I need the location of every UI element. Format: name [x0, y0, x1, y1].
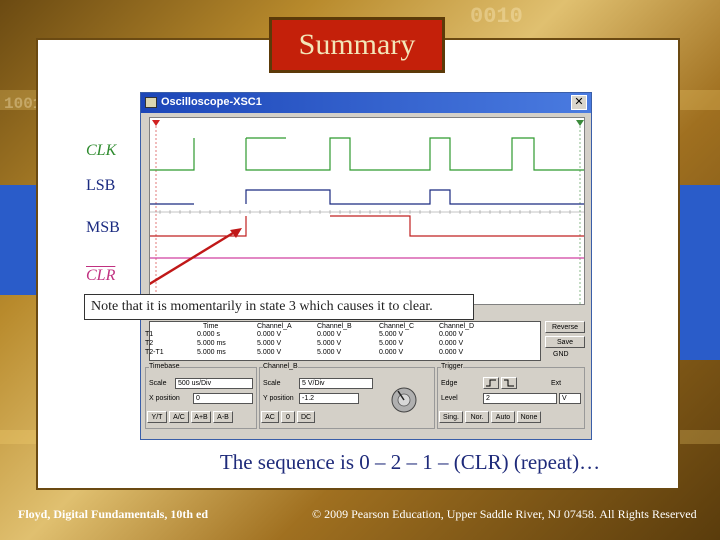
trigger-edge-label: Edge — [441, 380, 458, 387]
oscilloscope-titlebar[interactable]: Oscilloscope-XSC1 ✕ — [141, 93, 591, 113]
readout-header: Channel_B — [317, 323, 352, 330]
trigger-none-button[interactable]: None — [517, 411, 541, 423]
channel-scale-label: Scale — [263, 380, 281, 387]
channel-selector-knob[interactable] — [387, 383, 421, 417]
rising-edge-icon — [486, 379, 496, 387]
readout-header: Channel_A — [257, 323, 292, 330]
readout-header: Time — [203, 323, 219, 330]
mode-ac-button[interactable]: A/C — [169, 411, 189, 423]
readout-cell: 5.000 V — [379, 331, 404, 338]
oscilloscope-title: Oscilloscope-XSC1 — [161, 96, 262, 108]
timebase-label: Timebase — [149, 363, 180, 370]
trigger-auto-button[interactable]: Auto — [491, 411, 515, 423]
trigger-level-unit[interactable]: V — [559, 393, 581, 404]
oscilloscope-controls: Time Channel_A Channel_B Channel_C Chann… — [141, 311, 591, 439]
oscilloscope-window[interactable]: Oscilloscope-XSC1 ✕ Time Channel_A Chann… — [140, 92, 592, 440]
timebase-scale-input[interactable]: 500 us/Div — [175, 378, 253, 389]
mode-yt-button[interactable]: Y/T — [147, 411, 167, 423]
save-button[interactable]: Save — [545, 336, 585, 348]
readout-cell: 5.000 V — [257, 340, 282, 347]
reverse-button[interactable]: Reverse — [545, 321, 585, 333]
slide-title: Summary — [298, 28, 416, 61]
trigger-normal-button[interactable]: Nor. — [465, 411, 489, 423]
readout-cell: 0.000 V — [439, 331, 464, 338]
readout-cell: T1 — [145, 331, 154, 338]
rising-edge-button[interactable] — [483, 377, 499, 389]
readout-cell: 5.000 V — [317, 349, 342, 356]
oscilloscope-icon — [145, 97, 157, 108]
signal-label-lsb: LSB — [86, 177, 116, 194]
waveform-display — [150, 120, 584, 304]
clk-waveform — [150, 137, 584, 171]
sequence-caption: The sequence is 0 – 2 – 1 – (CLR) (repea… — [219, 450, 601, 474]
trigger-level-label: Level — [441, 395, 458, 402]
readout-cell: 5.000 ms — [197, 349, 226, 356]
readout-header: Channel_D — [439, 323, 475, 330]
lsb-waveform — [150, 189, 584, 205]
readout-header: Channel_C — [379, 323, 415, 330]
readout-cell: 0.000 V — [317, 331, 342, 338]
signal-label-msb: MSB — [86, 219, 120, 236]
readout-cell: T2 — [145, 340, 154, 347]
msb-waveform — [150, 215, 584, 237]
readout-cell: 0.000 V — [439, 340, 464, 347]
readout-cell: 0.000 V — [257, 331, 282, 338]
trigger-single-button[interactable]: Sing. — [439, 411, 463, 423]
footer-citation: Floyd, Digital Fundamentals, 10th ed — [18, 507, 209, 521]
annotation-note: Note that it is momentarily in state 3 w… — [84, 294, 474, 320]
channel-ypos-input[interactable]: -1.2 — [299, 393, 359, 404]
coupling-zero-button[interactable]: 0 — [281, 411, 295, 423]
coupling-ac-button[interactable]: AC — [261, 411, 279, 423]
annotation-arrow — [150, 228, 239, 286]
trigger-label: Trigger — [441, 363, 463, 370]
falling-edge-icon — [504, 379, 514, 387]
oscilloscope-screen[interactable] — [149, 117, 585, 305]
signal-label-clr: CLR — [86, 267, 116, 284]
readout-cell: 0.000 V — [439, 349, 464, 356]
slide-title-box: Summary — [269, 17, 445, 73]
cursor-t2-marker[interactable] — [576, 120, 584, 126]
background-blue-bar — [680, 185, 720, 360]
timebase-xpos-label: X position — [149, 395, 180, 402]
trigger-ext-label[interactable]: Ext — [551, 380, 561, 387]
cursor-t1-marker[interactable] — [152, 120, 160, 126]
readout-cell: 5.000 V — [257, 349, 282, 356]
signal-label-clk: CLK — [86, 142, 117, 159]
channel-label: Channel_B — [263, 363, 298, 370]
gnd-label: GND — [553, 351, 569, 358]
readout-cell: 0.000 s — [197, 331, 220, 338]
mode-aminusb-button[interactable]: A-B — [213, 411, 233, 423]
timebase-xpos-input[interactable]: 0 — [193, 393, 253, 404]
readout-cell: 5.000 ms — [197, 340, 226, 347]
channel-ypos-label: Y position — [263, 395, 294, 402]
readout-cell: T2-T1 — [145, 349, 164, 356]
background-blue-bar — [0, 185, 36, 295]
coupling-dc-button[interactable]: DC — [297, 411, 315, 423]
trigger-level-input[interactable]: 2 — [483, 393, 557, 404]
background-digits: 0010 — [470, 4, 523, 29]
falling-edge-button[interactable] — [501, 377, 517, 389]
footer-copyright: © 2009 Pearson Education, Upper Saddle R… — [312, 507, 697, 521]
channel-scale-input[interactable]: 5 V/Div — [299, 378, 373, 389]
readout-cell: 0.000 V — [379, 349, 404, 356]
readout-cell: 5.000 V — [317, 340, 342, 347]
close-button[interactable]: ✕ — [571, 95, 587, 110]
timebase-scale-label: Scale — [149, 380, 167, 387]
mode-aplusb-button[interactable]: A+B — [191, 411, 211, 423]
readout-cell: 5.000 V — [379, 340, 404, 347]
